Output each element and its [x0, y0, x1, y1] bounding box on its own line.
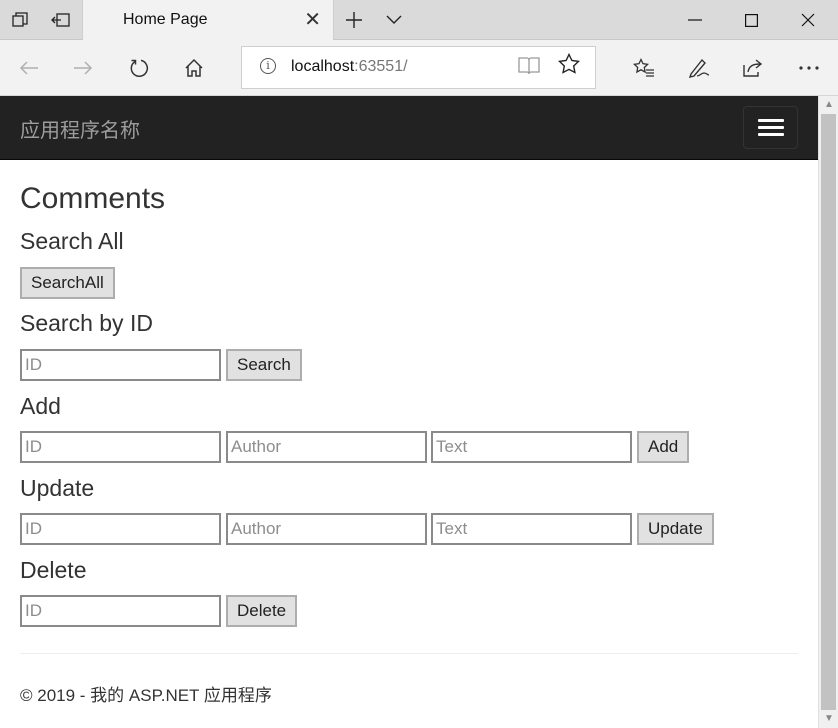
add-author-input[interactable]	[226, 431, 427, 463]
app-brand-link[interactable]: 应用程序名称	[20, 114, 140, 143]
search-button[interactable]: Search	[226, 349, 302, 381]
tab-close-icon[interactable]: ✕	[304, 7, 321, 32]
share-icon[interactable]	[733, 48, 773, 88]
add-text-input[interactable]	[431, 431, 632, 463]
update-heading: Update	[20, 475, 95, 501]
update-author-input[interactable]	[226, 513, 427, 545]
hamburger-menu-icon[interactable]	[743, 106, 798, 149]
delete-button[interactable]: Delete	[226, 595, 298, 627]
add-id-input[interactable]	[20, 431, 221, 463]
scroll-down-icon[interactable]: ▼	[819, 710, 838, 728]
scrollbar-thumb[interactable]	[821, 114, 836, 710]
close-icon[interactable]	[780, 0, 836, 40]
refresh-icon[interactable]	[119, 48, 159, 88]
search-all-heading: Search All	[20, 228, 124, 254]
favorites-list-icon[interactable]	[624, 48, 664, 88]
new-tab-icon[interactable]	[334, 0, 374, 40]
back-arrow-icon[interactable]	[9, 48, 49, 88]
add-heading: Add	[20, 393, 61, 419]
address-url[interactable]: localhost:63551/	[291, 58, 408, 76]
tabs-icon[interactable]	[0, 0, 40, 40]
home-icon[interactable]	[174, 48, 214, 88]
search-by-id-heading: Search by ID	[20, 310, 153, 336]
search-id-input[interactable]	[20, 349, 221, 381]
update-button[interactable]: Update	[637, 513, 714, 545]
minimize-icon[interactable]	[667, 0, 723, 40]
search-all-button[interactable]: SearchAll	[20, 267, 115, 299]
chevron-down-icon[interactable]	[374, 0, 414, 40]
delete-heading: Delete	[20, 557, 87, 583]
browser-tab-bar: Home Page ✕	[0, 0, 838, 41]
pen-icon[interactable]	[679, 48, 719, 88]
page-title: Comments	[20, 182, 166, 215]
forward-arrow-icon[interactable]	[63, 48, 103, 88]
browser-navigation-bar: i localhost:63551/	[0, 40, 838, 96]
info-icon[interactable]: i	[260, 58, 276, 74]
add-button[interactable]: Add	[637, 431, 690, 463]
address-bar[interactable]: i localhost:63551/	[241, 46, 596, 89]
delete-id-input[interactable]	[20, 595, 221, 627]
scroll-up-icon[interactable]: ▲	[819, 96, 838, 114]
more-icon[interactable]	[789, 48, 829, 88]
reading-view-icon[interactable]	[518, 56, 540, 81]
update-id-input[interactable]	[20, 513, 221, 545]
tab-title: Home Page	[123, 11, 208, 28]
set-aside-icon[interactable]	[41, 0, 81, 40]
footer-divider	[20, 653, 798, 654]
footer-text: © 2019 - 我的 ASP.NET 应用程序	[20, 686, 272, 705]
star-icon[interactable]	[557, 52, 581, 81]
update-text-input[interactable]	[431, 513, 632, 545]
page-scrollbar[interactable]: ▲ ▼	[818, 96, 838, 728]
app-navbar: 应用程序名称	[0, 96, 818, 160]
active-tab[interactable]: Home Page ✕	[82, 0, 334, 41]
maximize-icon[interactable]	[723, 0, 779, 40]
page-viewport: 应用程序名称 Comments Search All SearchAll Sea…	[0, 96, 818, 728]
